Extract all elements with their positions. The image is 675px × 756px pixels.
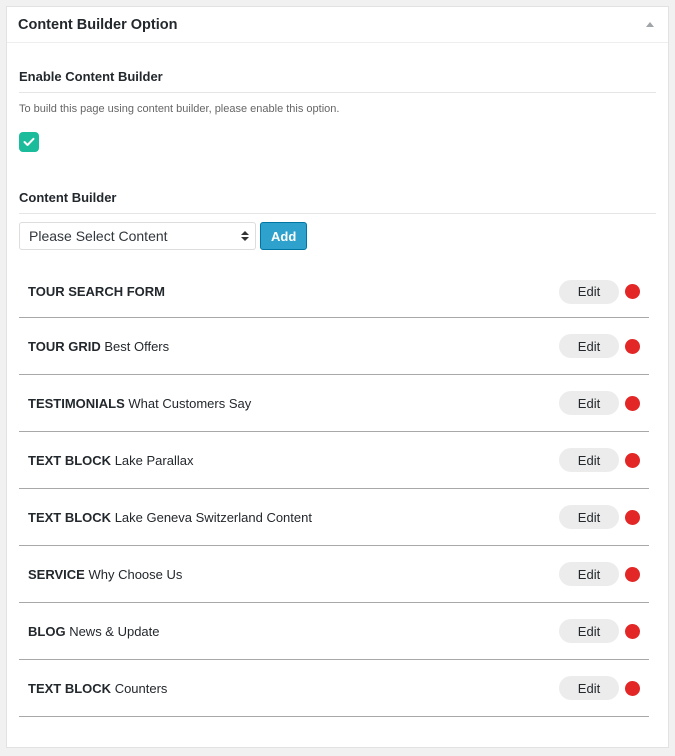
- item-title: TESTIMONIALS What Customers Say: [28, 396, 251, 411]
- item-type: TEXT BLOCK: [28, 680, 112, 696]
- edit-button[interactable]: Edit: [559, 619, 619, 643]
- edit-button[interactable]: Edit: [559, 505, 619, 529]
- builder-heading: Content Builder: [19, 152, 656, 214]
- enable-section: Enable Content Builder To build this pag…: [7, 43, 668, 717]
- list-item: SERVICE Why Choose Us Edit: [19, 546, 649, 603]
- remove-dot-icon[interactable]: [625, 395, 640, 411]
- list-item: TOUR SEARCH FORM Edit: [19, 266, 649, 318]
- select-arrows-icon: [241, 231, 249, 241]
- content-select-value: Please Select Content: [29, 228, 168, 244]
- item-actions: Edit: [559, 562, 640, 586]
- list-item: TEXT BLOCK Lake Geneva Switzerland Conte…: [19, 489, 649, 546]
- edit-button[interactable]: Edit: [559, 391, 619, 415]
- item-type: TESTIMONIALS: [28, 395, 125, 411]
- remove-dot-icon[interactable]: [625, 623, 640, 639]
- item-name: What Customers Say: [128, 395, 252, 411]
- edit-button[interactable]: Edit: [559, 448, 619, 472]
- item-name: Why Choose Us: [88, 566, 183, 582]
- item-title: TEXT BLOCK Lake Parallax: [28, 453, 193, 468]
- list-item: TEXT BLOCK Lake Parallax Edit: [19, 432, 649, 489]
- item-actions: Edit: [559, 505, 640, 529]
- item-actions: Edit: [559, 448, 640, 472]
- edit-button[interactable]: Edit: [559, 334, 619, 358]
- edit-button[interactable]: Edit: [559, 676, 619, 700]
- remove-dot-icon[interactable]: [625, 566, 640, 582]
- enable-heading: Enable Content Builder: [19, 43, 656, 93]
- select-row: Please Select Content Add: [19, 222, 656, 250]
- list-item: TEXT BLOCK Counters Edit: [19, 660, 649, 717]
- item-name: Lake Parallax: [114, 452, 194, 468]
- content-builder-panel: Content Builder Option Enable Content Bu…: [6, 6, 669, 748]
- panel-header: Content Builder Option: [7, 7, 668, 43]
- item-actions: Edit: [559, 619, 640, 643]
- item-type: TEXT BLOCK: [28, 509, 112, 525]
- item-title: BLOG News & Update: [28, 624, 160, 639]
- list-item: TESTIMONIALS What Customers Say Edit: [19, 375, 649, 432]
- checkmark-icon: [23, 137, 35, 146]
- remove-dot-icon[interactable]: [625, 509, 640, 525]
- item-actions: Edit: [559, 279, 640, 304]
- remove-dot-icon[interactable]: [625, 680, 640, 696]
- item-actions: Edit: [559, 334, 640, 358]
- enable-checkbox[interactable]: [19, 132, 39, 152]
- content-list: TOUR SEARCH FORM Edit TOUR GRID Best Offer…: [19, 266, 649, 717]
- item-actions: Edit: [559, 676, 640, 700]
- item-name: Lake Geneva Switzerland Content: [114, 509, 312, 525]
- item-title: SERVICE Why Choose Us: [28, 567, 182, 582]
- item-type: BLOG: [28, 623, 66, 639]
- remove-dot-icon[interactable]: [625, 338, 640, 354]
- item-type: TEXT BLOCK: [28, 452, 112, 468]
- edit-button[interactable]: Edit: [559, 279, 619, 304]
- item-title: TOUR GRID Best Offers: [28, 339, 169, 354]
- panel-title: Content Builder Option: [18, 16, 178, 33]
- item-type: TOUR GRID: [28, 338, 101, 354]
- item-actions: Edit: [559, 391, 640, 415]
- collapse-toggle-icon[interactable]: [646, 22, 654, 27]
- enable-description: To build this page using content builder…: [19, 103, 340, 115]
- item-name: Best Offers: [104, 338, 170, 354]
- list-item: BLOG News & Update Edit: [19, 603, 649, 660]
- content-select[interactable]: Please Select Content: [19, 222, 256, 250]
- edit-button[interactable]: Edit: [559, 562, 619, 586]
- item-title: TOUR SEARCH FORM: [28, 284, 165, 299]
- item-name: News & Update: [69, 623, 160, 639]
- item-type: SERVICE: [28, 566, 85, 582]
- item-title: TEXT BLOCK Lake Geneva Switzerland Conte…: [28, 510, 312, 525]
- list-item: TOUR GRID Best Offers Edit: [19, 318, 649, 375]
- remove-dot-icon[interactable]: [625, 452, 640, 468]
- item-name: Counters: [114, 680, 168, 696]
- item-title: TEXT BLOCK Counters: [28, 681, 167, 696]
- item-type: TOUR SEARCH FORM: [28, 284, 165, 299]
- add-button[interactable]: Add: [260, 222, 308, 250]
- remove-dot-icon[interactable]: [625, 284, 640, 299]
